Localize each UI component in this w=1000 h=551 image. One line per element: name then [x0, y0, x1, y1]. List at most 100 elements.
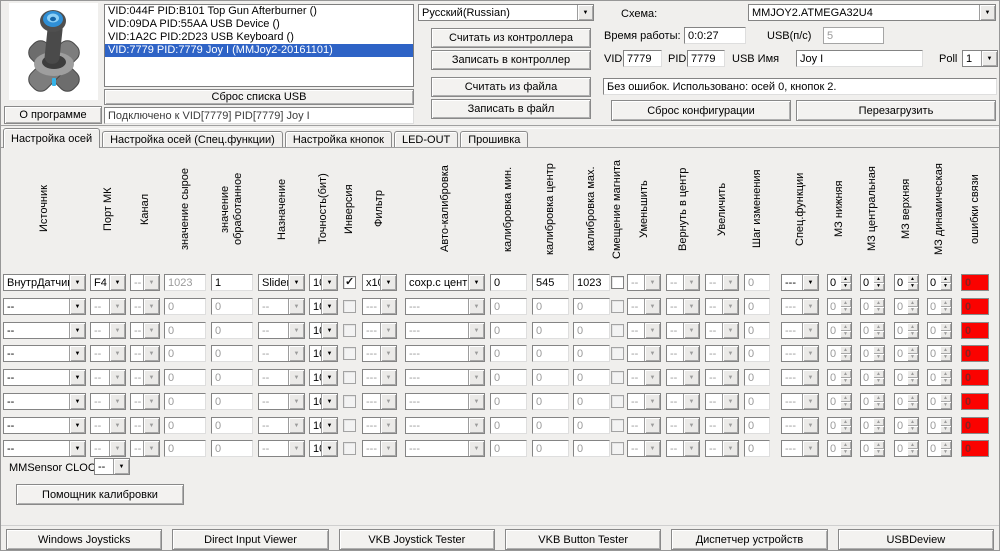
- spinner-down-icon[interactable]: ▼: [940, 425, 951, 433]
- spinner-up-icon[interactable]: ▲: [840, 370, 851, 378]
- mz-dynamic-spinner[interactable]: 0 ▲ ▼: [927, 298, 952, 315]
- magnet-offset-checkbox[interactable]: [611, 276, 624, 289]
- precision-select[interactable]: 10▼: [309, 274, 338, 291]
- chevron-down-icon[interactable]: ▼: [109, 299, 125, 314]
- magnet-offset-checkbox[interactable]: [611, 324, 624, 337]
- magnet-offset-checkbox[interactable]: [611, 371, 624, 384]
- chevron-down-icon[interactable]: ▼: [380, 370, 396, 385]
- precision-select[interactable]: 10▼: [309, 369, 338, 386]
- calibration-max-field[interactable]: 0: [573, 369, 610, 386]
- destination-select[interactable]: -- ▼: [258, 369, 305, 386]
- precision-select[interactable]: 10▼: [309, 345, 338, 362]
- chevron-down-icon[interactable]: ▼: [69, 275, 85, 290]
- mz-low-spinner[interactable]: 0 ▲ ▼: [827, 393, 852, 410]
- scheme-select[interactable]: MMJOY2.ATMEGA32U4 ▼: [748, 4, 996, 21]
- chevron-down-icon[interactable]: ▼: [468, 370, 484, 385]
- source-select[interactable]: -- ▼: [3, 417, 86, 434]
- source-select[interactable]: ВнутрДатчик ▼: [3, 274, 86, 291]
- reset-config-button[interactable]: Сброс конфигурации: [611, 100, 791, 121]
- calibration-max-field[interactable]: 0: [573, 322, 610, 339]
- calibration-min-field[interactable]: 0: [490, 322, 527, 339]
- chevron-down-icon[interactable]: ▼: [321, 370, 337, 385]
- mz-dynamic-spinner[interactable]: 0 ▲ ▼: [927, 417, 952, 434]
- chevron-down-icon[interactable]: ▼: [802, 346, 818, 361]
- chevron-down-icon[interactable]: ▼: [802, 323, 818, 338]
- step-field[interactable]: 0: [744, 274, 770, 291]
- chevron-down-icon[interactable]: ▼: [69, 299, 85, 314]
- special-function-select[interactable]: --- ▼: [781, 417, 819, 434]
- magnet-offset-checkbox[interactable]: [611, 419, 624, 432]
- mz-center-spinner[interactable]: 0 ▲ ▼: [860, 345, 885, 362]
- mz-low-spinner[interactable]: 0 ▲ ▼: [827, 417, 852, 434]
- chevron-down-icon[interactable]: ▼: [321, 323, 337, 338]
- spinner-up-icon[interactable]: ▲: [840, 394, 851, 402]
- spinner-down-icon[interactable]: ▼: [873, 353, 884, 361]
- inversion-checkbox[interactable]: [343, 347, 356, 360]
- spinner-up-icon[interactable]: ▲: [873, 299, 884, 307]
- spinner-down-icon[interactable]: ▼: [840, 425, 851, 433]
- chevron-down-icon[interactable]: ▼: [802, 370, 818, 385]
- mz-center-spinner[interactable]: 0 ▲ ▼: [860, 417, 885, 434]
- spinner-down-icon[interactable]: ▼: [940, 353, 951, 361]
- mz-high-spinner[interactable]: 0 ▲ ▼: [894, 440, 919, 457]
- spinner-down-icon[interactable]: ▼: [873, 306, 884, 314]
- mz-center-spinner[interactable]: 0 ▲ ▼: [860, 298, 885, 315]
- chevron-down-icon[interactable]: ▼: [468, 323, 484, 338]
- autocalibration-select[interactable]: --- ▼: [405, 345, 485, 362]
- source-select[interactable]: -- ▼: [3, 298, 86, 315]
- chevron-down-icon[interactable]: ▼: [981, 51, 997, 66]
- spinner-up-icon[interactable]: ▲: [940, 299, 951, 307]
- spinner-up-icon[interactable]: ▲: [873, 346, 884, 354]
- bottom-button[interactable]: VKB Joystick Tester: [338, 529, 495, 550]
- tab[interactable]: LED-OUT: [393, 131, 459, 147]
- spinner-down-icon[interactable]: ▼: [940, 282, 951, 290]
- autocalibration-select[interactable]: --- ▼: [405, 393, 485, 410]
- poll-select[interactable]: 1 ▼: [962, 50, 998, 67]
- usb-device-list[interactable]: VID:044F PID:B101 Top Gun Afterburner ()…: [104, 4, 414, 87]
- calibration-center-field[interactable]: 0: [532, 417, 569, 434]
- spinner-up-icon[interactable]: ▲: [907, 323, 918, 331]
- mcu-port-select[interactable]: -- ▼: [90, 345, 126, 362]
- calibration-center-field[interactable]: 0: [532, 440, 569, 457]
- calibration-min-field[interactable]: 0: [490, 345, 527, 362]
- chevron-down-icon[interactable]: ▼: [109, 346, 125, 361]
- mz-high-spinner[interactable]: 0 ▲ ▼: [894, 417, 919, 434]
- spinner-down-icon[interactable]: ▼: [907, 306, 918, 314]
- spinner-down-icon[interactable]: ▼: [873, 401, 884, 409]
- language-select[interactable]: Русский(Russian) ▼: [418, 4, 594, 21]
- special-function-select[interactable]: --- ▼: [781, 440, 819, 457]
- mcu-port-select[interactable]: F4 ▼: [90, 274, 126, 291]
- mz-center-spinner[interactable]: 0 ▲ ▼: [860, 440, 885, 457]
- spinner-up-icon[interactable]: ▲: [940, 418, 951, 426]
- chevron-down-icon[interactable]: ▼: [468, 441, 484, 456]
- spinner-up-icon[interactable]: ▲: [840, 441, 851, 449]
- calibration-min-field[interactable]: 0: [490, 369, 527, 386]
- chevron-down-icon[interactable]: ▼: [109, 323, 125, 338]
- mz-center-spinner[interactable]: 0 ▲ ▼: [860, 322, 885, 339]
- chevron-down-icon[interactable]: ▼: [380, 346, 396, 361]
- filter-select[interactable]: --- ▼: [362, 298, 397, 315]
- chevron-down-icon[interactable]: ▼: [288, 346, 304, 361]
- chevron-down-icon[interactable]: ▼: [109, 370, 125, 385]
- chevron-down-icon[interactable]: ▼: [69, 418, 85, 433]
- calibration-max-field[interactable]: 0: [573, 298, 610, 315]
- spinner-down-icon[interactable]: ▼: [907, 448, 918, 456]
- bottom-button[interactable]: Direct Input Viewer: [172, 529, 329, 550]
- spinner-down-icon[interactable]: ▼: [907, 425, 918, 433]
- chevron-down-icon[interactable]: ▼: [69, 370, 85, 385]
- chevron-down-icon[interactable]: ▼: [468, 394, 484, 409]
- magnet-offset-checkbox[interactable]: [611, 347, 624, 360]
- chevron-down-icon[interactable]: ▼: [288, 394, 304, 409]
- mz-high-spinner[interactable]: 0 ▲ ▼: [894, 345, 919, 362]
- spinner-up-icon[interactable]: ▲: [940, 323, 951, 331]
- bottom-button[interactable]: Диспетчер устройств: [671, 529, 828, 550]
- filter-select[interactable]: --- ▼: [362, 417, 397, 434]
- spinner-down-icon[interactable]: ▼: [840, 330, 851, 338]
- chevron-down-icon[interactable]: ▼: [380, 275, 396, 290]
- mz-low-spinner[interactable]: 0 ▲ ▼: [827, 345, 852, 362]
- chevron-down-icon[interactable]: ▼: [577, 5, 593, 20]
- tab[interactable]: Настройка осей: [3, 128, 101, 148]
- mcu-port-select[interactable]: -- ▼: [90, 417, 126, 434]
- usb-device-list-item[interactable]: VID:09DA PID:55AA USB Device (): [105, 18, 413, 31]
- chevron-down-icon[interactable]: ▼: [288, 323, 304, 338]
